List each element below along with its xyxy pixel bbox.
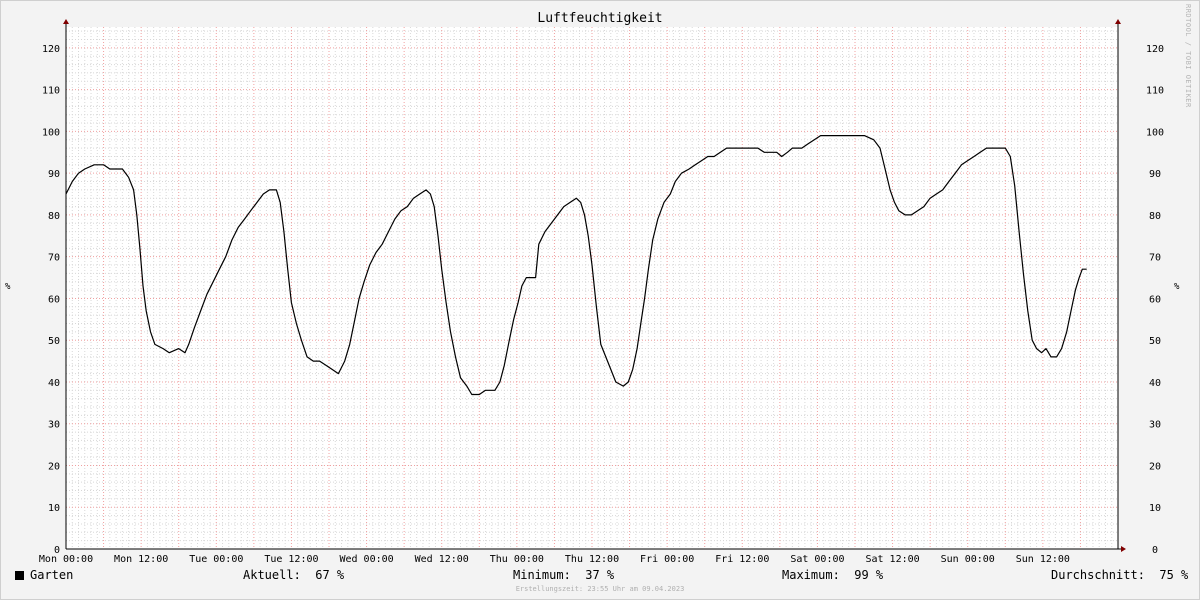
x-tick-label: Tue 00:00: [189, 554, 243, 565]
y-tick-label-left: 80: [48, 211, 60, 222]
x-axis-arrow: [1121, 546, 1126, 552]
y-unit-right: %: [1174, 282, 1180, 292]
y-tick-label-right: 50: [1149, 336, 1161, 347]
x-tick-label: Sun 00:00: [941, 554, 995, 565]
y-tick-label-right: 120: [1146, 44, 1164, 55]
legend-maximum: Maximum: 99 %: [782, 568, 883, 582]
y-tick-label-left: 110: [42, 86, 60, 97]
rrdtool-watermark: RRDTOOL / TOBI OETIKER: [1184, 4, 1192, 108]
legend-minimum: Minimum: 37 %: [513, 568, 614, 582]
y-tick-label-left: 40: [48, 378, 60, 389]
creation-time: Erstellungszeit: 23:55 Uhr am 09.04.2023: [515, 585, 685, 593]
legend-avg-label: Durchschnitt:: [1051, 568, 1145, 582]
x-tick-label: Sat 00:00: [790, 554, 844, 565]
x-tick-label: Fri 12:00: [715, 554, 769, 565]
legend-avg-value: 75 %: [1159, 568, 1189, 582]
x-tick-label: Sun 12:00: [1016, 554, 1070, 565]
x-tick-label: Sat 12:00: [865, 554, 919, 565]
legend-current: Aktuell: 67 %: [243, 568, 344, 582]
legend-max-value: 99 %: [854, 568, 884, 582]
y-tick-label-right: 70: [1149, 253, 1161, 264]
y-tick-label-right: 10: [1149, 503, 1161, 514]
legend-min-label: Minimum:: [513, 568, 571, 582]
legend-current-value: 67 %: [315, 568, 345, 582]
y-tick-label-left: 10: [48, 503, 60, 514]
y-tick-label-right: 90: [1149, 169, 1161, 180]
legend-swatch: [15, 571, 24, 580]
x-tick-label: Tue 12:00: [264, 554, 318, 565]
legend-max-label: Maximum:: [782, 568, 840, 582]
humidity-chart: 0 010 1020 2030 3040 4050 5060 6070 7080 8090 9010…: [39, 19, 1164, 565]
y-tick-label-left: 50: [48, 336, 60, 347]
x-tick-label: Fri 00:00: [640, 554, 694, 565]
legend-min-value: 37 %: [585, 568, 615, 582]
x-tick-label: Wed 00:00: [339, 554, 393, 565]
y-tick-label-left: 30: [48, 420, 60, 431]
chart-title: Luftfeuchtigkeit: [537, 11, 663, 26]
x-tick-label: Mon 00:00: [39, 554, 93, 565]
y-tick-label-right: 40: [1149, 378, 1161, 389]
legend-series-name: Garten: [30, 568, 74, 582]
y-unit-left: %: [5, 282, 11, 292]
legend-current-label: Aktuell:: [243, 568, 301, 582]
y-tick-label-right: 0: [1152, 545, 1158, 556]
x-tick-label: Thu 12:00: [565, 554, 619, 565]
x-tick-label: Wed 12:00: [415, 554, 469, 565]
x-tick-label: Mon 12:00: [114, 554, 168, 565]
y-tick-label-left: 100: [42, 127, 60, 138]
y-tick-label-right: 60: [1149, 294, 1161, 305]
y-tick-label-right: 30: [1149, 420, 1161, 431]
legend-series: Garten: [15, 568, 73, 582]
y-tick-label-right: 20: [1149, 461, 1161, 472]
x-tick-label: Thu 00:00: [490, 554, 544, 565]
y-tick-label-right: 100: [1146, 127, 1164, 138]
y-tick-label-left: 60: [48, 294, 60, 305]
y-tick-label-left: 90: [48, 169, 60, 180]
y-tick-label-right: 110: [1146, 86, 1164, 97]
legend-average: Durchschnitt: 75 %: [1051, 568, 1188, 582]
y-tick-label-left: 120: [42, 44, 60, 55]
y-tick-label-left: 70: [48, 253, 60, 264]
y-tick-label-right: 80: [1149, 211, 1161, 222]
y-tick-label-left: 20: [48, 461, 60, 472]
